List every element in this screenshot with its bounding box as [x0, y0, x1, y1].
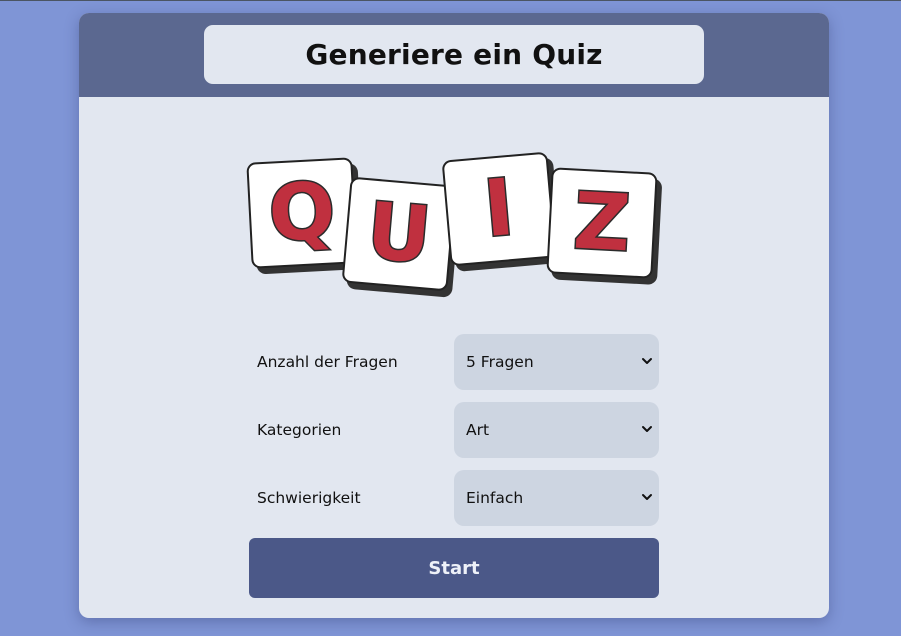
quiz-logo: Q U I Z	[245, 148, 660, 293]
form-row-categories: Kategorien Art	[257, 402, 659, 458]
logo-letter-z: Z	[570, 175, 634, 271]
logo-letter-i: I	[479, 161, 519, 256]
categories-value: Art	[466, 421, 490, 439]
difficulty-label: Schwierigkeit	[257, 489, 361, 507]
window-top-border	[0, 0, 901, 1]
start-button[interactable]: Start	[249, 538, 659, 598]
page-title: Generiere ein Quiz	[305, 38, 603, 71]
logo-letter-u: U	[362, 185, 436, 283]
logo-letter-q: Q	[265, 165, 339, 261]
start-button-label: Start	[428, 557, 480, 579]
chevron-down-icon	[642, 494, 652, 500]
categories-label: Kategorien	[257, 421, 342, 439]
question-count-value: 5 Fragen	[466, 353, 534, 371]
difficulty-value: Einfach	[466, 489, 524, 507]
form-row-question-count: Anzahl der Fragen 5 Fragen	[257, 334, 659, 390]
chevron-down-icon	[642, 358, 652, 364]
logo-tile-u: U	[341, 176, 457, 292]
title-box: Generiere ein Quiz	[204, 25, 704, 84]
card-header: Generiere ein Quiz	[79, 13, 829, 97]
chevron-down-icon	[642, 426, 652, 432]
question-count-label: Anzahl der Fragen	[257, 353, 398, 371]
question-count-select[interactable]: 5 Fragen	[454, 334, 659, 390]
form-row-difficulty: Schwierigkeit Einfach	[257, 470, 659, 526]
logo-tile-q: Q	[246, 157, 358, 269]
logo-tile-i: I	[441, 151, 557, 267]
difficulty-select[interactable]: Einfach	[454, 470, 659, 526]
logo-tile-z: Z	[546, 167, 658, 279]
quiz-card: Generiere ein Quiz Q U I Z Anzahl der Fr…	[79, 13, 829, 618]
categories-select[interactable]: Art	[454, 402, 659, 458]
